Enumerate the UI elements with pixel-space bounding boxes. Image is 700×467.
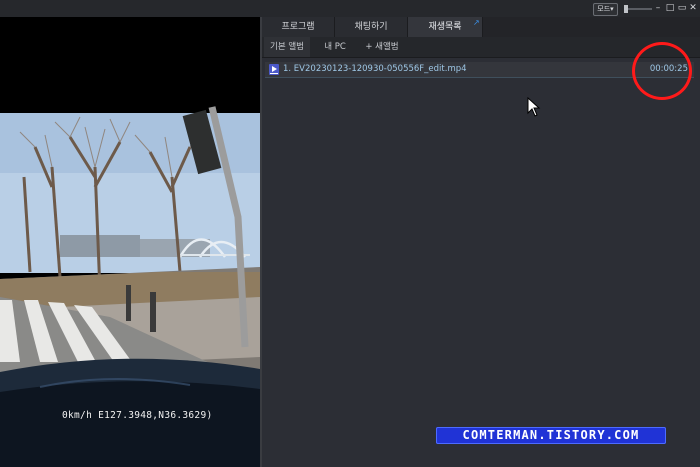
minimize-icon[interactable]: –	[653, 2, 663, 14]
close-icon[interactable]: ✕	[688, 2, 698, 14]
tab-default-album[interactable]: 기본 앨범	[264, 37, 310, 57]
volume-slider-handle[interactable]	[624, 5, 628, 13]
tab-chat[interactable]: 채팅하기	[335, 17, 408, 37]
highlight-circle	[632, 42, 692, 100]
mouse-cursor-icon	[527, 96, 541, 121]
restore-icon[interactable]: ▭	[677, 2, 687, 14]
video-player[interactable]: 0km/h E127.3948,N36.3629)	[0, 17, 260, 467]
tab-playlist[interactable]: 재생목록	[408, 17, 483, 37]
side-panel: 프로그램 채팅하기 재생목록 ↗ 기본 앨범 내 PC + 새앨범 1. EV2…	[262, 17, 700, 467]
mode-button[interactable]: 모드▾	[593, 3, 618, 16]
title-bar: 모드▾ – □ ▭ ✕	[0, 0, 700, 18]
panel-tabs: 프로그램 채팅하기 재생목록 ↗	[262, 17, 700, 37]
watermark: COMTERMAN.TISTORY.COM	[436, 427, 666, 444]
video-frame	[0, 106, 260, 467]
playlist-item-title: 1. EV20230123-120930-050556F_edit.mp4	[283, 64, 467, 74]
tab-my-pc[interactable]: 내 PC	[314, 37, 356, 57]
new-album-button[interactable]: + 새앨범	[360, 37, 404, 57]
video-file-icon	[269, 64, 279, 75]
maximize-icon[interactable]: □	[665, 2, 675, 14]
album-tabs: 기본 앨범 내 PC + 새앨범	[262, 37, 700, 58]
gps-speed-overlay: 0km/h E127.3948,N36.3629)	[62, 410, 213, 421]
tab-program[interactable]: 프로그램	[262, 17, 335, 37]
playlist-item[interactable]: 1. EV20230123-120930-050556F_edit.mp4 00…	[265, 62, 694, 78]
volume-slider-track[interactable]	[624, 8, 652, 10]
popout-icon[interactable]: ↗	[473, 19, 481, 27]
